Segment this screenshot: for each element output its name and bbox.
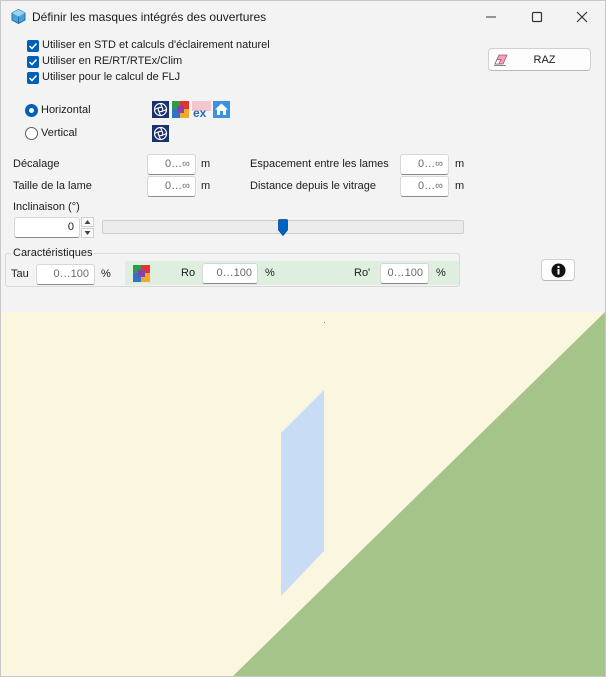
checkbox-std-box[interactable] — [27, 40, 39, 52]
decalage-label: Décalage — [13, 158, 60, 170]
espacement-input[interactable]: 0…∞ — [400, 154, 449, 175]
checkbox-re-label: Utiliser en RE/RT/RTEx/Clim — [42, 55, 183, 67]
taille-input[interactable]: 0…∞ — [147, 176, 196, 197]
espacement-label: Espacement entre les lames — [250, 158, 389, 170]
info-icon — [551, 263, 566, 278]
decalage-input[interactable]: 0…∞ — [147, 154, 196, 175]
maximize-icon — [531, 11, 543, 23]
close-icon — [576, 11, 588, 23]
color-palette-icon-ro[interactable] — [133, 265, 150, 282]
distance-input[interactable]: 0…∞ — [400, 176, 449, 197]
tau-unit: % — [101, 268, 111, 280]
preview-marker — [324, 322, 325, 323]
minimize-button[interactable] — [468, 1, 514, 33]
close-button[interactable] — [559, 1, 605, 33]
tau-input[interactable]: 0…100 — [36, 264, 95, 285]
tau-label: Tau — [11, 268, 29, 280]
dialog-window: Définir les masques intégrés des ouvertu… — [0, 0, 606, 677]
ro-input[interactable]: 0…100 — [202, 263, 258, 284]
inclinaison-up-button[interactable] — [81, 217, 94, 227]
caracteristiques-title: Caractéristiques — [11, 247, 95, 259]
app-icon — [11, 9, 26, 24]
ro-label: Ro — [181, 267, 196, 279]
color-palette-icon[interactable] — [172, 101, 189, 118]
checkbox-flj-box[interactable] — [27, 72, 39, 84]
espacement-unit: m — [455, 158, 465, 170]
distance-label: Distance depuis le vitrage — [250, 180, 376, 192]
inclinaison-label: Inclinaison (°) — [13, 201, 80, 213]
reset-button[interactable]: RAZ — [488, 48, 591, 71]
ro-prime-input[interactable]: 0…100 — [380, 263, 429, 284]
aperture-icon-vertical[interactable] — [152, 125, 169, 142]
chevron-up-icon — [84, 220, 91, 224]
title-bar: Définir les masques intégrés des ouvertu… — [1, 1, 605, 33]
maximize-button[interactable] — [514, 1, 560, 33]
decalage-unit: m — [201, 158, 211, 170]
inclinaison-down-button[interactable] — [81, 228, 94, 238]
ex-icon[interactable]: ex — [192, 101, 211, 118]
reset-button-label: RAZ — [533, 54, 556, 66]
chevron-down-icon — [84, 231, 91, 235]
taille-unit: m — [201, 180, 211, 192]
ro-prime-unit: % — [436, 267, 446, 279]
ro-unit: % — [265, 267, 275, 279]
ro-prime-label: Ro' — [354, 267, 371, 279]
distance-unit: m — [455, 180, 465, 192]
home-icon[interactable] — [213, 101, 230, 118]
minimize-icon — [486, 16, 496, 18]
aperture-icon[interactable] — [152, 101, 169, 118]
preview-viewport[interactable] — [2, 312, 605, 677]
taille-label: Taille de la lame — [13, 180, 92, 192]
checkbox-std-label: Utiliser en STD et calculs d'éclairement… — [42, 39, 270, 51]
checkbox-flj-label: Utiliser pour le calcul de FLJ — [42, 71, 181, 83]
checkbox-re-box[interactable] — [27, 56, 39, 68]
inclinaison-input[interactable]: 0 — [14, 217, 80, 238]
radio-vertical-circle[interactable] — [25, 127, 38, 140]
info-button[interactable] — [541, 259, 575, 281]
inclinaison-slider-thumb[interactable] — [278, 219, 288, 236]
radio-horizontal-circle[interactable] — [25, 104, 38, 117]
window-title: Définir les masques intégrés des ouvertu… — [32, 10, 267, 24]
radio-vertical-label: Vertical — [41, 127, 78, 139]
svg-text:ex: ex — [193, 106, 207, 118]
radio-horizontal-label: Horizontal — [41, 104, 91, 116]
